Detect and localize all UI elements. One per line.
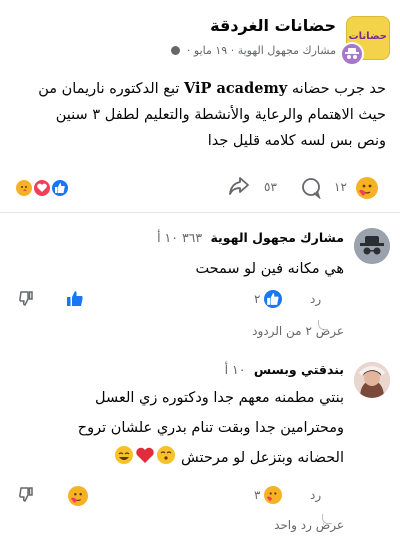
- comment-author[interactable]: بندقتي وبسس ١٠ أ: [225, 362, 344, 377]
- care-reaction-button-icon[interactable]: [68, 486, 88, 506]
- anonymous-avatar-icon: [340, 42, 364, 66]
- post-date[interactable]: ١٩ مايو: [194, 44, 227, 57]
- care-reaction-icon: [14, 178, 34, 198]
- comment-icon[interactable]: [300, 177, 322, 203]
- comment-author[interactable]: مشارك مجهول الهوية ٣٦٣ ١٠ أ: [157, 230, 344, 245]
- love-reaction-icon: [32, 178, 52, 198]
- divider: [0, 212, 400, 213]
- reply-button[interactable]: رد: [310, 292, 321, 306]
- like-reaction-icon[interactable]: [264, 290, 282, 308]
- post-meta: مشارك مجهول الهوية · ١٩ مايو ·: [171, 44, 336, 57]
- post-text-part: تبع الدكتوره ناريمان من: [38, 81, 184, 97]
- comment-reaction-count[interactable]: ٢: [254, 292, 260, 306]
- comment-count[interactable]: ٥٣: [264, 180, 277, 194]
- comment-text-line: الحضانه وبتزعل لو مرحتش: [181, 450, 344, 466]
- post-text-part: حد جرب حضانه: [287, 81, 386, 97]
- care-reaction-button-icon[interactable]: [356, 177, 378, 199]
- anonymous-avatar[interactable]: [354, 228, 390, 264]
- post-author[interactable]: مشارك مجهول الهوية: [238, 44, 336, 57]
- comment-author-name[interactable]: بندقتي وبسس: [254, 362, 344, 377]
- reaction-count[interactable]: ١٢: [334, 180, 347, 194]
- group-name[interactable]: حضانات الغردقة: [210, 16, 336, 35]
- user-avatar[interactable]: [354, 362, 390, 398]
- group-avatar-text: حضانات: [348, 31, 387, 42]
- comment-text: هي مكانه فين لو سمحت: [195, 261, 344, 277]
- dislike-icon[interactable]: [18, 486, 34, 506]
- post-text-line: ونص بس لسه كلامه قليل جدا: [207, 133, 386, 149]
- view-replies-link[interactable]: عرض ٢ من الردود: [252, 324, 344, 338]
- comment-text-line: بنتي مطمنه معهم جدا ودكتوره زي العسل: [95, 390, 344, 406]
- post-text-line: حيث الاهتمام والرعاية والأنشطة والتعليم …: [55, 107, 386, 123]
- comment-text: بنتي مطمنه معهم جدا ودكتوره زي العسل ومح…: [54, 383, 344, 476]
- comment-author-name[interactable]: مشارك مجهول الهوية: [210, 230, 344, 245]
- post-actions-row: ٥٣ ١٢: [0, 176, 400, 200]
- comment-time: ١٠ أ: [224, 362, 246, 377]
- comment-actions: ٢ رد: [0, 288, 400, 312]
- care-reaction-icon[interactable]: [264, 486, 282, 504]
- emoji-row: [114, 445, 176, 476]
- globe-icon: [171, 46, 181, 55]
- post-text: حد جرب حضانه ViP academy تبع الدكتوره نا…: [10, 76, 386, 154]
- share-icon[interactable]: [228, 176, 250, 200]
- reply-button[interactable]: رد: [310, 488, 321, 502]
- dislike-icon[interactable]: [18, 290, 34, 310]
- like-icon[interactable]: [66, 290, 84, 312]
- post-header: حضانات حضانات الغردقة مشارك مجهول الهوية…: [0, 8, 400, 66]
- comment-time: ٣٦٣ ١٠ أ: [157, 230, 203, 245]
- like-reaction-icon: [50, 178, 70, 198]
- comment-reaction-count[interactable]: ٣: [254, 488, 260, 502]
- comment-actions: ٣ رد: [0, 484, 400, 508]
- brand-name: ViP academy: [184, 80, 288, 97]
- view-replies-link[interactable]: عرض رد واحد: [274, 518, 344, 532]
- comment-text-line: ومحترامين جدا وبقت تنام بدري علشان تروح: [77, 420, 344, 436]
